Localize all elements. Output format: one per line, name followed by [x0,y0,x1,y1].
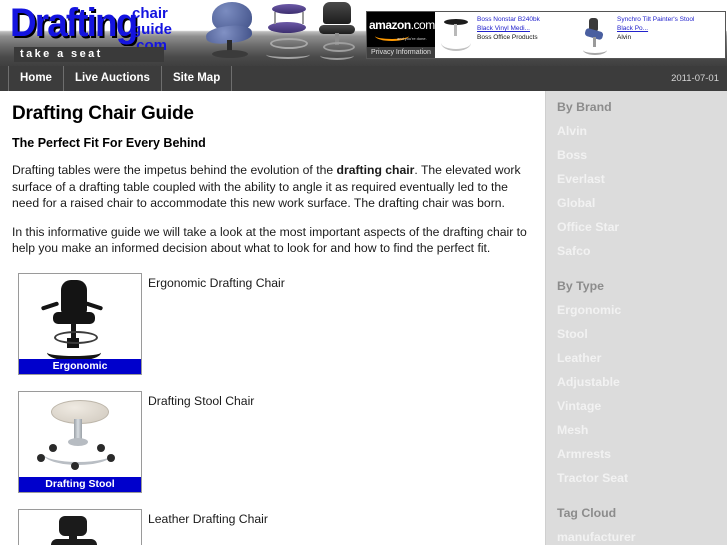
sidebar-item-armrests[interactable]: Armrests [557,447,727,461]
sidebar-heading-by-type: By Type [557,279,604,293]
ad-product-item[interactable]: Synchro Tilt Painter's Stool Black Po...… [577,14,719,56]
nav-item-live-auctions[interactable]: Live Auctions [64,66,162,91]
nav-item-home[interactable]: Home [8,66,64,91]
stool-thumb-icon [437,15,475,55]
page-title: Drafting Chair Guide [12,103,194,124]
black-drafting-chair-image [316,2,360,60]
ad-product-seller: Boss Office Products [477,34,538,41]
product-label[interactable]: Ergonomic Drafting Chair [148,276,285,290]
ergonomic-chair-image [19,273,141,360]
sidebar-item-leather[interactable]: Leather [557,351,727,365]
nav-item-site-map[interactable]: Site Map [162,66,233,91]
sidebar-item-stool[interactable]: Stool [557,327,727,341]
leather-chair-image [19,509,141,545]
ad-product-title[interactable]: Synchro Tilt Painter's Stool [617,15,719,24]
painters-stool-thumb-icon [577,15,615,55]
sidebar-item-adjustable[interactable]: Adjustable [557,375,727,389]
product-thumbnail[interactable]: Ergonomic [18,272,142,375]
product-label[interactable]: Leather Drafting Chair [148,512,268,526]
amazon-wordmark: amazon.com [369,18,436,32]
ad-product-seller: Alvin [617,34,632,41]
logo-word-drafting: Drafting [10,1,138,45]
main-navigation: Home Live Auctions Site Map 2011-07-01 [0,66,727,91]
list-item[interactable]: Drafting Stool Drafting Stool Chair [0,390,545,509]
page-root: Drafting chair guide .com take a seat am [0,0,727,545]
amazon-brand-suffix: .com [410,18,436,32]
product-caption: Ergonomic [19,358,141,374]
sidebar-tag-manufacturer[interactable]: manufacturer [557,530,727,544]
nav-item-list: Home Live Auctions Site Map [8,66,233,91]
amazon-privacy-link[interactable]: Privacy Information [367,47,435,58]
site-header: Drafting chair guide .com take a seat am [0,0,727,66]
header-chair-images [196,0,366,66]
sidebar-heading-tag-cloud: Tag Cloud [557,506,617,520]
sidebar-item-boss[interactable]: Boss [557,148,727,162]
list-item[interactable]: Ergonomic Ergonomic Drafting Chair [0,272,545,391]
ad-product-item[interactable]: Boss Nonstar B240bk Black Vinyl Medi... … [437,14,579,56]
amazon-brand-text: amazon [369,18,411,32]
current-date: 2011-07-01 [671,73,719,84]
keyword-drafting-chair: drafting chair [336,163,415,177]
page-subtitle: The Perfect Fit For Every Behind [12,136,206,150]
amazon-logo-block[interactable]: amazon.com and you're done. Privacy Info… [367,12,435,58]
amazon-ad-products: Boss Nonstar B240bk Black Vinyl Medi... … [435,12,725,58]
intro-paragraph-1: Drafting tables were the impetus behind … [12,162,533,212]
sidebar-item-global[interactable]: Global [557,196,727,210]
sidebar-item-alvin[interactable]: Alvin [557,124,727,138]
drafting-stool-image [19,391,141,478]
purple-drafting-stool-image [262,2,314,60]
blue-task-chair-image [200,2,260,58]
main-content: Drafting Chair Guide The Perfect Fit For… [0,91,545,545]
sidebar-item-tractor-seat[interactable]: Tractor Seat [557,471,727,485]
logo-word-guide: guide [132,21,172,38]
product-label[interactable]: Drafting Stool Chair [148,394,254,408]
sidebar-heading-by-brand: By Brand [557,100,612,114]
sidebar-divider [546,485,727,497]
amazon-tagline: and you're done. [397,36,427,41]
sidebar-item-office-star[interactable]: Office Star [557,220,727,234]
sidebar-divider [546,258,727,270]
sidebar-item-ergonomic[interactable]: Ergonomic [557,303,727,317]
sidebar-item-vintage[interactable]: Vintage [557,399,727,413]
product-caption: Drafting Stool [19,476,141,492]
ad-product-link[interactable]: Black Vinyl Medi... [477,24,579,33]
paragraph-text-a: Drafting tables were the impetus behind … [12,163,337,177]
logo-tagline: take a seat [20,48,103,60]
product-thumbnail[interactable]: Leather [18,508,142,545]
list-item[interactable]: Leather Leather Drafting Chair [0,508,545,545]
amazon-ad-banner[interactable]: amazon.com and you're done. Privacy Info… [366,11,726,59]
logo-word-chair: chair [132,5,168,22]
sidebar-item-safco[interactable]: Safco [557,244,727,258]
ad-product-link[interactable]: Black Po... [617,24,719,33]
sidebar: By Brand Alvin Boss Everlast Global Offi… [545,91,727,545]
product-list: Ergonomic Ergonomic Drafting Chair Draft… [0,272,545,545]
site-logo[interactable]: Drafting chair guide .com take a seat [4,0,204,66]
sidebar-item-mesh[interactable]: Mesh [557,423,727,437]
product-thumbnail[interactable]: Drafting Stool [18,390,142,493]
ad-product-title[interactable]: Boss Nonstar B240bk [477,15,579,24]
sidebar-item-everlast[interactable]: Everlast [557,172,727,186]
intro-paragraph-2: In this informative guide we will take a… [12,224,527,256]
